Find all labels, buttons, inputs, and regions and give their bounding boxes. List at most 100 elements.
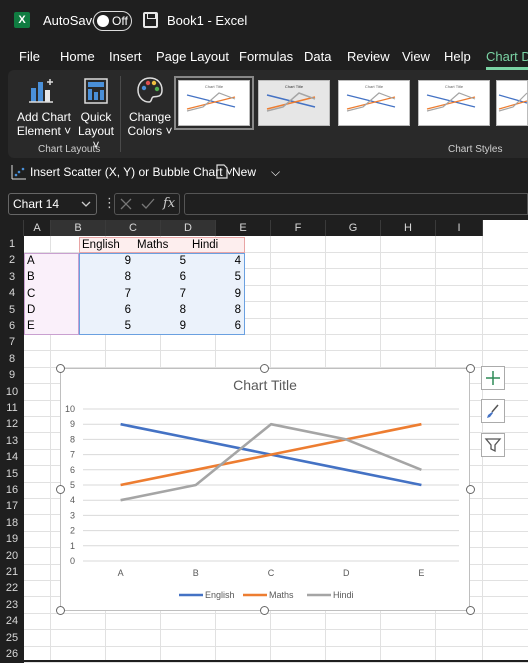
header-hindi[interactable]: Hindi [189,237,221,253]
select-all-corner[interactable] [0,220,24,236]
new-button[interactable]: New [232,165,256,179]
tab-insert[interactable]: Insert [109,49,142,64]
column-header-c[interactable]: C [106,220,161,236]
row-header-3[interactable]: 3 [0,268,24,286]
tab-help[interactable]: Help [444,49,471,64]
enter-check-icon[interactable] [141,198,155,210]
name-box[interactable]: Chart 14 [8,193,97,215]
cell-b5[interactable]: 6 [79,302,134,318]
cell-c5[interactable]: 8 [134,302,189,318]
change-colors-button[interactable]: Change Colors ˅ [126,74,174,140]
autosave-toggle[interactable]: Off [93,11,132,31]
column-header-b[interactable]: B [51,220,106,236]
cell-d4[interactable]: 9 [189,286,244,302]
header-maths[interactable]: Maths [134,237,171,253]
chart-styles-button[interactable] [481,399,505,423]
row-header-19[interactable]: 19 [0,531,24,548]
header-english[interactable]: English [79,237,123,253]
quick-layout-button[interactable]: Quick Layout ˅ [74,74,118,152]
chart-style-4[interactable]: Chart Title [418,80,490,126]
row-header-13[interactable]: 13 [0,432,24,450]
tab-review[interactable]: Review [347,49,390,64]
column-header-i[interactable]: I [436,220,483,236]
column-header-g[interactable]: G [326,220,381,236]
chart-object[interactable]: Chart Title 0 1 2 3 4 5 6 7 8 9 10 A B C D E English Maths… [60,368,470,611]
resize-handle-top-left[interactable] [56,364,65,373]
tab-chart-design[interactable]: Chart D [486,49,528,64]
chevron-down-icon[interactable] [81,201,91,207]
cell-d6[interactable]: 6 [189,318,244,334]
add-chart-element-button[interactable]: Add Chart Element ˅ [14,74,71,140]
row-header-8[interactable]: 8 [0,350,24,368]
cell-b4[interactable]: 7 [79,286,134,302]
row-header-10[interactable]: 10 [0,383,24,400]
cell-d5[interactable]: 8 [189,302,244,318]
row-header-17[interactable]: 17 [0,498,24,515]
insert-scatter-button[interactable]: Insert Scatter (X, Y) or Bubble Chart ˅ [30,165,233,179]
row-header-25[interactable]: 25 [0,629,24,646]
chart-elements-button[interactable] [481,366,505,390]
tab-page-layout[interactable]: Page Layout [156,49,229,64]
cell-c6[interactable]: 9 [134,318,189,334]
row-header-18[interactable]: 18 [0,514,24,532]
row-header-21[interactable]: 21 [0,564,24,581]
row-header-24[interactable]: 24 [0,613,24,630]
resize-handle-left[interactable] [56,485,65,494]
cell-b6[interactable]: 5 [79,318,134,334]
row-header-1[interactable]: 1 [0,236,24,253]
insert-function-icon[interactable]: fx [163,196,175,211]
cell-a6[interactable]: E [24,318,38,334]
y-tick-label-1: 1 [70,541,75,551]
row-header-15[interactable]: 15 [0,465,24,482]
row-header-22[interactable]: 22 [0,580,24,597]
chart-style-5[interactable] [496,80,528,126]
cell-a3[interactable]: B [24,269,38,285]
cell-a4[interactable]: C [24,286,38,302]
column-header-f[interactable]: F [271,220,326,236]
tab-formulas[interactable]: Formulas [239,49,293,64]
column-header-a[interactable]: A [24,220,51,236]
cell-a2[interactable]: A [24,253,38,269]
row-header-5[interactable]: 5 [0,301,24,318]
resize-handle-top-right[interactable] [466,364,475,373]
chart-style-2[interactable]: Chart Title [258,80,330,126]
row-header-12[interactable]: 12 [0,416,24,433]
cell-b2[interactable]: 9 [79,253,134,269]
cancel-icon[interactable] [120,198,132,210]
tab-home[interactable]: Home [60,49,95,64]
cell-c2[interactable]: 5 [134,253,189,269]
resize-handle-bottom-right[interactable] [466,606,475,615]
cell-d3[interactable]: 5 [189,269,244,285]
tab-file[interactable]: File [19,49,40,64]
row-header-6[interactable]: 6 [0,318,24,335]
column-header-d[interactable]: D [161,220,216,236]
row-header-14[interactable]: 14 [0,449,24,466]
resize-handle-bottom[interactable] [260,606,269,615]
tab-view[interactable]: View [402,49,430,64]
row-header-9[interactable]: 9 [0,367,24,384]
row-header-20[interactable]: 20 [0,547,24,564]
toolbar-overflow-button[interactable]: ⌵ [271,165,280,180]
chart-style-3[interactable]: Chart Title [338,80,410,126]
chart-style-1[interactable]: Chart Title [174,76,254,130]
column-header-h[interactable]: H [381,220,436,236]
resize-handle-right[interactable] [466,485,475,494]
cell-c4[interactable]: 7 [134,286,189,302]
resize-handle-top[interactable] [260,364,269,373]
row-header-7[interactable]: 7 [0,334,24,351]
cell-d2[interactable]: 4 [189,253,244,269]
save-icon[interactable] [143,12,158,28]
row-header-2[interactable]: 2 [0,252,24,269]
cell-a5[interactable]: D [24,302,38,318]
cell-c3[interactable]: 6 [134,269,189,285]
column-header-e[interactable]: E [216,220,271,236]
tab-data[interactable]: Data [304,49,331,64]
cell-b3[interactable]: 8 [79,269,134,285]
row-header-23[interactable]: 23 [0,596,24,614]
row-header-4[interactable]: 4 [0,285,24,302]
resize-handle-bottom-left[interactable] [56,606,65,615]
formula-input[interactable] [184,193,528,215]
row-header-16[interactable]: 16 [0,482,24,499]
chart-filters-button[interactable] [481,433,505,457]
row-header-11[interactable]: 11 [0,400,24,417]
